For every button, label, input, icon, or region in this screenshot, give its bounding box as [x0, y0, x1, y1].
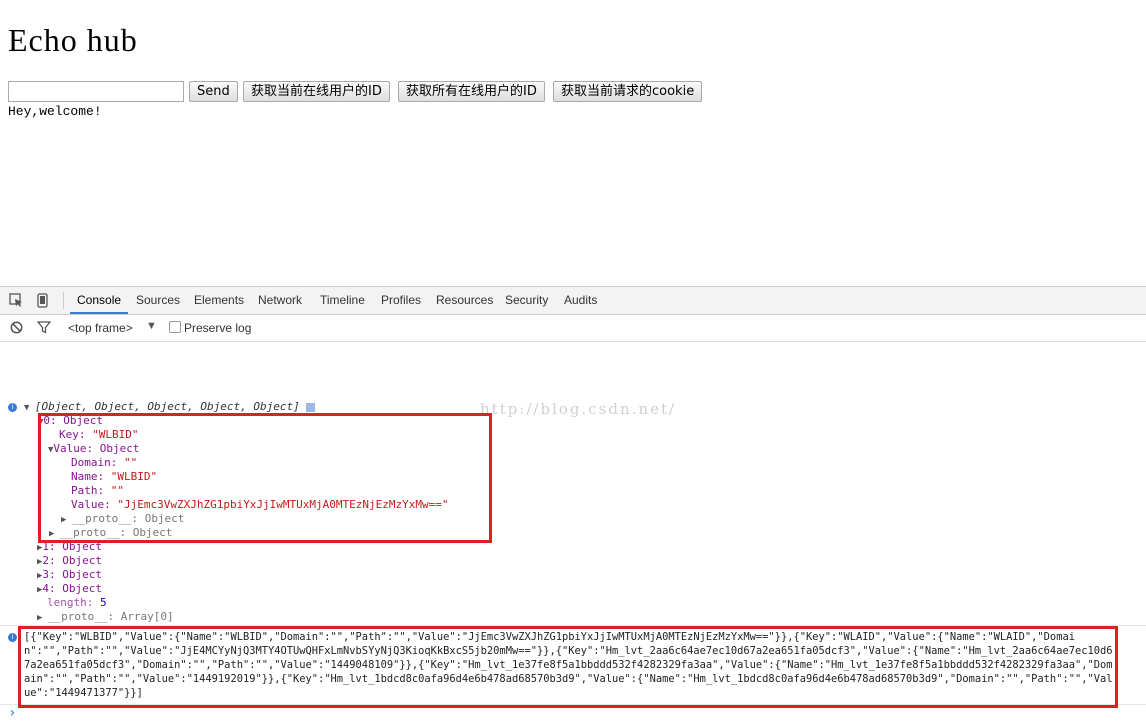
chevron-down-icon[interactable]: ▼ — [146, 320, 157, 332]
devtools-tabbar: Console Sources Elements Network Timelin… — [0, 287, 1146, 315]
property-value: 5 — [99, 596, 107, 609]
device-mode-icon[interactable] — [37, 293, 48, 311]
tab-resources[interactable]: Resources — [436, 287, 493, 314]
preserve-log-checkbox[interactable] — [169, 321, 181, 333]
tab-network[interactable]: Network — [258, 287, 302, 314]
tab-elements[interactable]: Elements — [194, 287, 244, 314]
tree-item-label: 2: Object — [42, 554, 103, 567]
tab-audits[interactable]: Audits — [564, 287, 597, 314]
console-prompt[interactable]: › — [8, 706, 16, 720]
highlight-box-json-output — [18, 626, 1118, 708]
collapsed-triangle-icon: ▶ — [37, 613, 48, 623]
frame-select[interactable]: <top frame> — [68, 321, 133, 335]
inspect-element-icon[interactable] — [9, 293, 24, 311]
property-name: length: — [47, 596, 100, 609]
watermark: http://blog.csdn.net/ — [480, 400, 677, 418]
tree-item-label: 4: Object — [42, 582, 103, 595]
message-input[interactable] — [8, 81, 184, 102]
preserve-log-label: Preserve log — [184, 321, 252, 335]
tab-security[interactable]: Security — [505, 287, 548, 314]
info-badge-icon — [305, 402, 315, 412]
tab-timeline[interactable]: Timeline — [320, 287, 365, 314]
console-toolbar: <top frame> ▼ Preserve log — [0, 315, 1146, 342]
info-icon: i — [8, 633, 17, 642]
tree-item-3[interactable]: ▶3: Object — [37, 568, 102, 583]
tree-item-2[interactable]: ▶2: Object — [37, 554, 102, 569]
toolbar-divider — [63, 292, 64, 309]
welcome-message: Hey,welcome! — [8, 104, 102, 119]
tab-console[interactable]: Console — [70, 287, 129, 314]
tab-sources[interactable]: Sources — [136, 287, 180, 314]
filter-icon[interactable] — [36, 321, 52, 337]
tree-item-4[interactable]: ▶4: Object — [37, 582, 102, 597]
info-icon: i — [8, 403, 17, 412]
tree-length-row: length: 5 — [47, 596, 107, 610]
highlight-box-object-tree — [38, 413, 492, 543]
tree-proto-array[interactable]: ▶ __proto__: Array[0] — [37, 610, 174, 625]
array-summary: [Object, Object, Object, Object, Object] — [34, 400, 300, 413]
devtools-panel: Console Sources Elements Network Timelin… — [0, 286, 1146, 720]
tab-profiles[interactable]: Profiles — [381, 287, 421, 314]
clear-console-icon[interactable] — [10, 321, 23, 337]
get-current-user-id-button[interactable]: 获取当前在线用户的ID — [243, 81, 390, 102]
tree-item-label: 3: Object — [42, 568, 103, 581]
get-all-online-ids-button[interactable]: 获取所有在线用户的ID — [398, 81, 545, 102]
get-request-cookie-button[interactable]: 获取当前请求的cookie — [553, 81, 703, 102]
proto-label: __proto__: Array[0] — [47, 610, 174, 623]
expanded-triangle-icon: ▼ — [24, 403, 35, 413]
page-title: Echo hub — [8, 22, 138, 58]
send-button[interactable]: Send — [189, 81, 238, 102]
